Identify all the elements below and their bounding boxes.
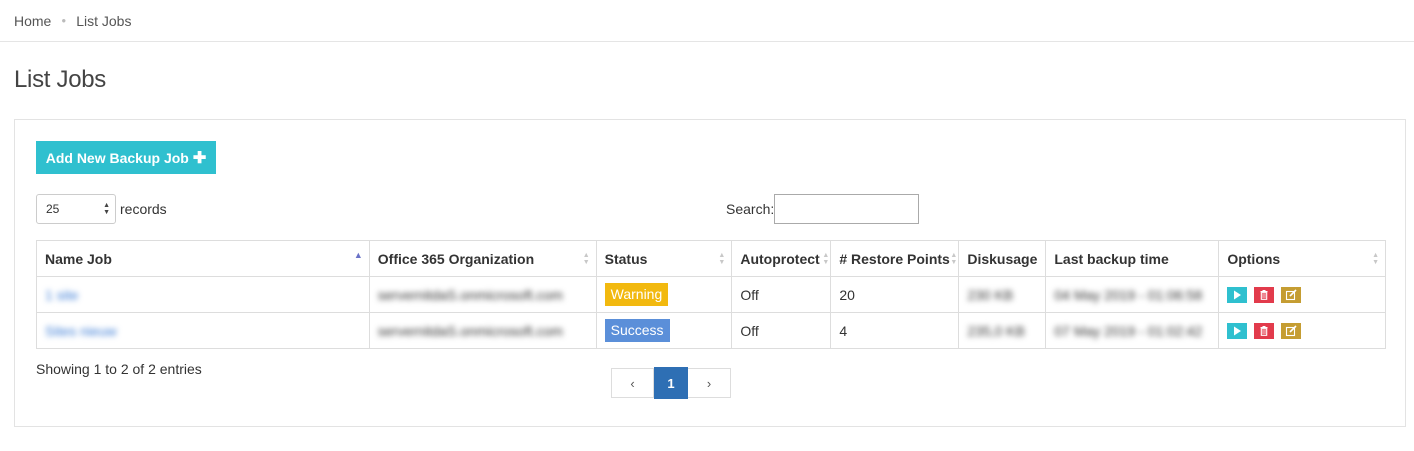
breadcrumb-separator-icon: ●	[61, 16, 67, 25]
status-badge: Warning	[604, 283, 669, 306]
trash-icon	[1260, 326, 1268, 336]
autoprotect-cell: Off	[731, 276, 832, 313]
edit-job-button[interactable]	[1281, 323, 1302, 340]
trash-icon	[1260, 290, 1268, 300]
diskusage-cell: 235,0 KB	[958, 312, 1047, 349]
column-header-label: Options	[1227, 250, 1281, 267]
jobs-panel: Add New Backup Job ✚ 25 ▲ ▼ records Searc…	[14, 119, 1406, 427]
edit-icon	[1286, 289, 1297, 301]
table-row: 1 site servernitdaS.onmicrosoft.com Warn…	[36, 276, 1386, 313]
pagination-next-button[interactable]: ›	[688, 368, 731, 398]
column-header-restore-points[interactable]: # Restore Points ▲ ▼	[830, 240, 960, 277]
autoprotect-cell: Off	[731, 312, 832, 349]
sort-icon: ▲ ▼	[1372, 252, 1379, 266]
column-header-label: Diskusage	[967, 250, 1038, 267]
restore-points-cell: 4	[830, 312, 960, 349]
column-header-label: Autoprotect	[740, 250, 820, 267]
job-name-link[interactable]: Sites nieuw	[45, 323, 117, 339]
last-backup-value: 07 May 2019 - 01:02:42	[1054, 322, 1203, 339]
pagination: ‹ 1 ›	[611, 367, 731, 399]
column-header-label: Last backup time	[1054, 250, 1169, 267]
add-backup-job-button[interactable]: Add New Backup Job ✚	[36, 141, 216, 174]
status-cell: Success	[595, 312, 733, 349]
play-icon	[1234, 326, 1242, 336]
job-name-link[interactable]: 1 site	[45, 287, 78, 303]
diskusage-value: 230 KB	[967, 286, 1014, 303]
select-arrows-icon: ▲ ▼	[103, 202, 110, 216]
sort-icon: ▲ ▼	[950, 252, 958, 266]
diskusage-value: 235,0 KB	[967, 322, 1025, 339]
sort-icon: ▲ ▼	[822, 252, 830, 266]
column-header-label: Status	[604, 250, 648, 267]
sort-ascending-icon: ▲	[353, 250, 363, 260]
breadcrumb-current: List Jobs	[76, 12, 132, 29]
options-cell	[1218, 276, 1386, 313]
add-backup-job-label: Add New Backup Job	[45, 149, 189, 166]
diskusage-cell: 230 KB	[958, 276, 1047, 313]
column-header-options[interactable]: Options ▲ ▼	[1218, 240, 1386, 277]
column-header-organization[interactable]: Office 365 Organization ▲ ▼	[368, 240, 597, 277]
column-header-label: Name Job	[45, 250, 112, 267]
organization-cell: servernitdaS.onmicrosoft.com	[368, 276, 597, 313]
job-name-cell: Sites nieuw	[36, 312, 370, 349]
records-label: records	[120, 201, 167, 217]
edit-icon	[1286, 325, 1297, 337]
pagination-prev-button[interactable]: ‹	[611, 368, 654, 398]
organization-cell: servernitdaS.onmicrosoft.com	[368, 312, 597, 349]
table-header-row: Name Job ▲ Office 365 Organization ▲ ▼ St…	[36, 240, 1386, 277]
status-cell: Warning	[595, 276, 733, 313]
run-job-button[interactable]	[1227, 323, 1248, 340]
column-header-label: Office 365 Organization	[377, 250, 535, 267]
jobs-table: Name Job ▲ Office 365 Organization ▲ ▼ St…	[36, 240, 1386, 349]
organization-value: servernitdaS.onmicrosoft.com	[377, 322, 563, 339]
column-header-label: # Restore Points	[839, 250, 950, 267]
sort-icon: ▲ ▼	[718, 252, 726, 266]
search-label: Search:	[726, 201, 775, 217]
table-info-text: Showing 1 to 2 of 2 entries	[36, 361, 202, 377]
restore-points-cell: 20	[830, 276, 960, 313]
edit-job-button[interactable]	[1281, 287, 1302, 304]
search-input[interactable]	[774, 194, 919, 224]
records-per-page-select[interactable]: 25 ▲ ▼	[36, 194, 116, 224]
delete-job-button[interactable]	[1254, 323, 1275, 340]
last-backup-cell: 07 May 2019 - 01:02:42	[1045, 312, 1220, 349]
run-job-button[interactable]	[1227, 287, 1248, 304]
column-header-status[interactable]: Status ▲ ▼	[595, 240, 733, 277]
sort-icon: ▲ ▼	[582, 252, 590, 266]
breadcrumb: Home ● List Jobs	[0, 0, 1414, 42]
last-backup-cell: 04 May 2019 - 01:06:58	[1045, 276, 1220, 313]
organization-value: servernitdaS.onmicrosoft.com	[377, 286, 563, 303]
records-per-page-value: 25	[46, 202, 60, 216]
column-header-diskusage[interactable]: Diskusage	[958, 240, 1047, 277]
page-title: List Jobs	[14, 66, 107, 93]
status-badge: Success	[604, 319, 670, 342]
column-header-autoprotect[interactable]: Autoprotect ▲ ▼	[731, 240, 832, 277]
pagination-page-1[interactable]: 1	[654, 367, 688, 399]
table-row: Sites nieuw servernitdaS.onmicrosoft.com…	[36, 312, 1386, 349]
job-name-cell: 1 site	[36, 276, 370, 313]
options-cell	[1218, 312, 1386, 349]
column-header-name-job[interactable]: Name Job ▲	[36, 240, 370, 277]
delete-job-button[interactable]	[1254, 287, 1275, 304]
play-icon	[1234, 290, 1242, 300]
column-header-last-backup[interactable]: Last backup time	[1045, 240, 1220, 277]
plus-icon: ✚	[192, 149, 207, 167]
breadcrumb-home-link[interactable]: Home	[14, 13, 51, 29]
last-backup-value: 04 May 2019 - 01:06:58	[1054, 286, 1203, 303]
